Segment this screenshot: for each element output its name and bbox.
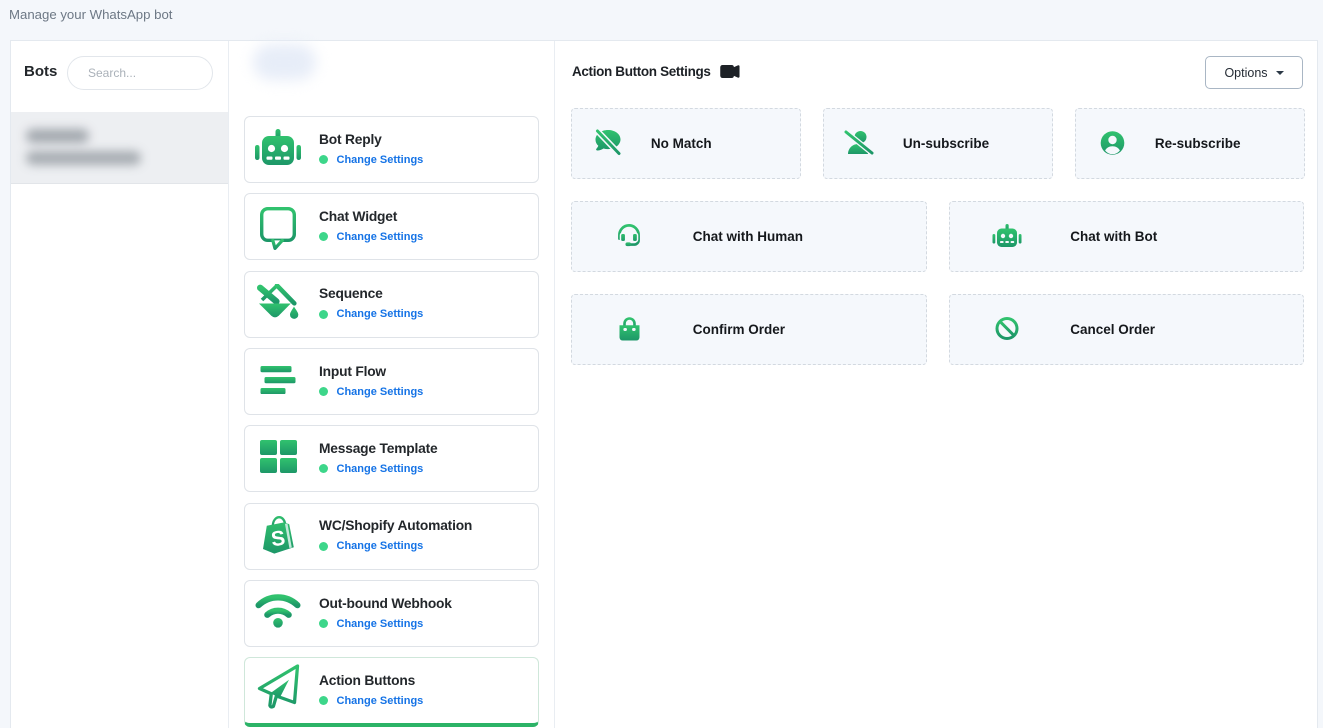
svg-text:S: S [269,527,286,552]
